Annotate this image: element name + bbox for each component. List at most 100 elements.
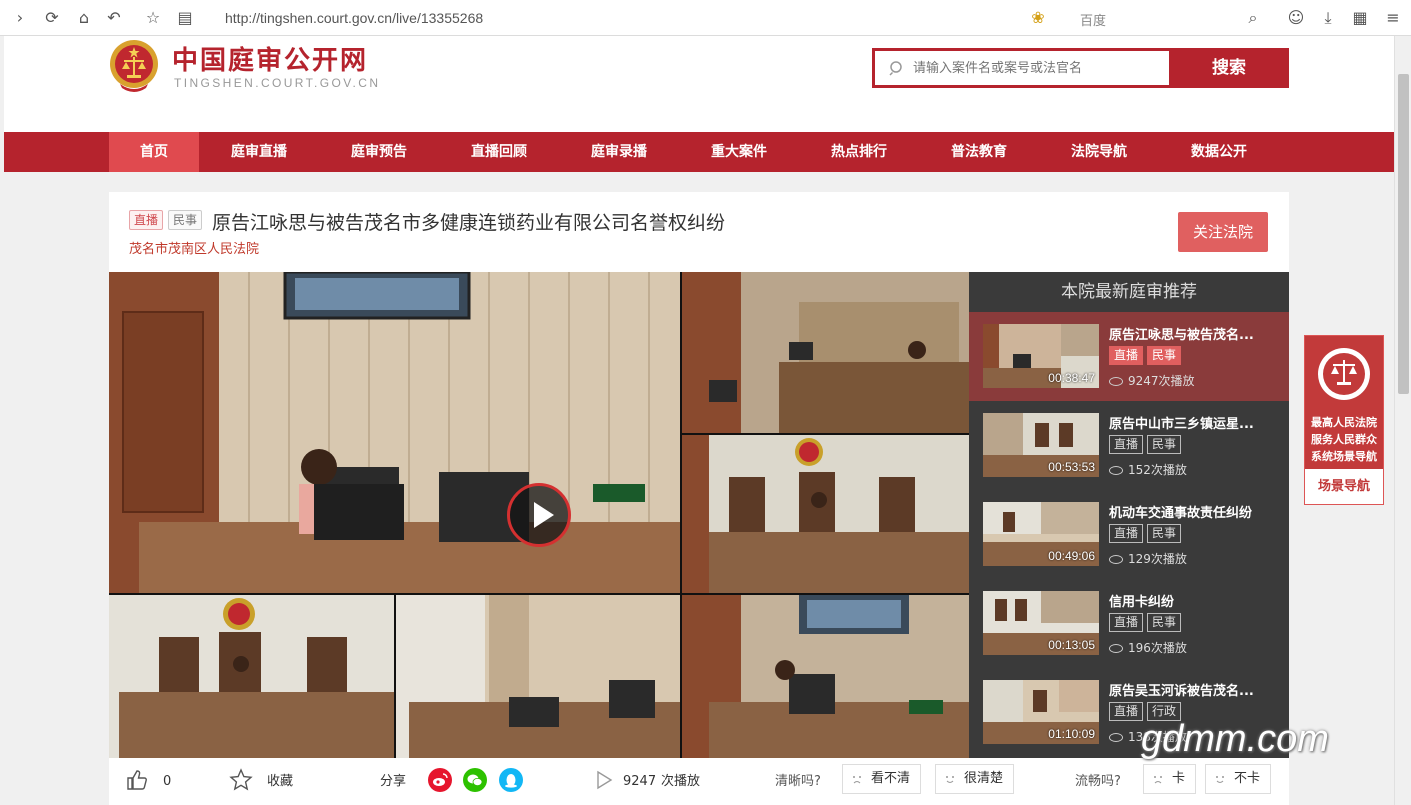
favorite-label[interactable]: 收藏 xyxy=(267,772,293,792)
page: 中国庭审公开网 TINGSHEN.COURT.GOV.CN 搜索 首页 庭审直播… xyxy=(4,36,1394,805)
lag-button[interactable]: 卡 xyxy=(1143,764,1197,794)
court-emblem-icon xyxy=(1318,348,1370,400)
weibo-icon[interactable] xyxy=(428,768,452,792)
recommendation-thumbnail[interactable]: 00:13:05 xyxy=(983,591,1099,655)
court-emblem-icon[interactable] xyxy=(108,38,160,94)
smoothness-question: 流畅吗? xyxy=(1075,774,1121,789)
recommendation-thumbnail[interactable]: 00:49:06 xyxy=(983,502,1099,566)
nav-item-legal-education[interactable]: 普法教育 xyxy=(934,132,1024,172)
reload-icon[interactable]: ⟳ xyxy=(42,8,62,28)
unclear-label: 看不清 xyxy=(871,771,911,786)
case-title: 原告江咏思与被告茂名市多健康连锁药业有限公司名誉权纠纷 xyxy=(212,212,726,234)
site-subtitle: TINGSHEN.COURT.GOV.CN xyxy=(174,76,381,90)
scrollbar[interactable] xyxy=(1394,36,1411,805)
recommendation-duration: 00:38:47 xyxy=(1048,371,1095,385)
scene-navigation-button[interactable]: 场景导航 xyxy=(1305,474,1383,500)
recommendation-name[interactable]: 原告江咏思与被告茂名... xyxy=(1109,324,1281,343)
clarity-question: 清晰吗? xyxy=(775,774,821,789)
follow-court-button[interactable]: 关注法院 xyxy=(1178,212,1268,252)
play-icon[interactable] xyxy=(507,483,571,547)
like-count: 0 xyxy=(163,774,172,789)
site-title[interactable]: 中国庭审公开网 xyxy=(172,40,368,77)
thumbs-up-icon[interactable] xyxy=(125,768,149,792)
recommendation-name[interactable]: 信用卡纠纷 xyxy=(1109,591,1281,610)
recommendation-item[interactable]: 00:53:53 原告中山市三乡镇运星... 直播 民事 152次播放 xyxy=(969,401,1289,490)
play-count-suffix: 次播放 xyxy=(661,774,701,789)
star-icon[interactable] xyxy=(229,768,253,792)
nav-item-court-navigation[interactable]: 法院导航 xyxy=(1054,132,1144,172)
search-button[interactable]: 搜索 xyxy=(1169,48,1289,88)
play-count: 9247 xyxy=(623,774,657,789)
qq-icon[interactable] xyxy=(499,768,523,792)
recommendation-name[interactable]: 原告吴玉河诉被告茂名... xyxy=(1109,680,1281,699)
recommendation-duration: 00:13:05 xyxy=(1048,638,1095,652)
play-count-icon xyxy=(597,770,613,790)
address-bar[interactable]: http://tingshen.court.gov.cn/live/133552… xyxy=(203,5,1269,31)
recommendation-views: 152次播放 xyxy=(1109,461,1187,478)
recommendation-item[interactable]: 00:38:47 原告江咏思与被告茂名... 直播 民事 9247次播放 xyxy=(969,312,1289,401)
search-engine-label[interactable]: 百度 xyxy=(1080,10,1106,29)
nav-item-recorded[interactable]: 庭审录播 xyxy=(574,132,664,172)
wechat-icon[interactable] xyxy=(463,768,487,792)
video-player[interactable] xyxy=(109,272,969,758)
recommendation-thumbnail[interactable]: 00:53:53 xyxy=(983,413,1099,477)
recommendation-name[interactable]: 机动车交通事故责任纠纷 xyxy=(1109,502,1281,521)
eye-icon xyxy=(1109,466,1123,475)
main-nav: 首页 庭审直播 庭审预告 直播回顾 庭审录播 重大案件 热点排行 普法教育 法院… xyxy=(4,132,1394,172)
recommendation-views-count: 196次播放 xyxy=(1128,641,1187,655)
nav-item-major-cases[interactable]: 重大案件 xyxy=(694,132,784,172)
apps-icon[interactable]: ▦ xyxy=(1350,8,1370,28)
badge-line: 服务人民群众 xyxy=(1311,433,1377,446)
nav-item-review[interactable]: 直播回顾 xyxy=(454,132,544,172)
recommendation-item[interactable]: 00:49:06 机动车交通事故责任纠纷 直播 民事 129次播放 xyxy=(969,490,1289,579)
clear-button[interactable]: 很清楚 xyxy=(935,764,1015,794)
share-label: 分享 xyxy=(380,774,407,789)
smile-icon xyxy=(1216,776,1224,783)
recommendation-views-count: 9247次播放 xyxy=(1128,374,1195,388)
home-icon[interactable]: ⌂ xyxy=(74,8,94,28)
court-name[interactable]: 茂名市茂南区人民法院 xyxy=(129,238,259,257)
recommendation-thumbnail[interactable]: 00:38:47 xyxy=(983,324,1099,388)
case-info-card: 直播 民事 原告江咏思与被告茂名市多健康连锁药业有限公司名誉权纠纷 茂名市茂南区… xyxy=(109,192,1289,272)
scene-navigation-badge[interactable]: 最高人民法院 服务人民群众 系统场景导航 场景导航 xyxy=(1304,335,1384,505)
site-header: 中国庭审公开网 TINGSHEN.COURT.GOV.CN 搜索 xyxy=(4,36,1394,132)
nav-item-home[interactable]: 首页 xyxy=(109,132,199,172)
nav-item-preview[interactable]: 庭审预告 xyxy=(334,132,424,172)
recommendation-name[interactable]: 原告中山市三乡镇运星... xyxy=(1109,413,1281,432)
recommendation-views: 9247次播放 xyxy=(1109,372,1195,389)
no-lag-button[interactable]: 不卡 xyxy=(1205,764,1272,794)
smile-icon xyxy=(946,776,954,783)
sad-face-icon xyxy=(853,776,861,784)
recommendation-tag: 民事 xyxy=(1147,435,1182,454)
nav-item-live[interactable]: 庭审直播 xyxy=(214,132,304,172)
download-icon[interactable]: ⤓ xyxy=(1318,8,1338,28)
menu-icon[interactable]: ≡ xyxy=(1383,8,1403,28)
browser-search-icon[interactable]: ⌕ xyxy=(1243,8,1263,28)
forward-icon[interactable]: › xyxy=(10,8,30,28)
extension-icon[interactable]: ❀ xyxy=(1028,8,1048,28)
star-icon[interactable]: ☆ xyxy=(143,8,163,28)
browser-toolbar: › ⟳ ⌂ ↶ ☆ ▤ http://tingshen.court.gov.cn… xyxy=(0,0,1411,36)
nav-item-hot-ranking[interactable]: 热点排行 xyxy=(814,132,904,172)
recommendation-tag: 民事 xyxy=(1147,346,1182,365)
watermark-text: gdmm.com xyxy=(1141,718,1329,760)
recommendation-thumbnail[interactable]: 01:10:09 xyxy=(983,680,1099,744)
scene-navigation-text: 最高人民法院 服务人民群众 系统场景导航 xyxy=(1305,414,1383,465)
badge-line: 系统场景导航 xyxy=(1311,450,1377,463)
sad-face-icon xyxy=(1154,776,1162,784)
recommendation-tag: 直播 xyxy=(1109,613,1144,632)
nav-item-open-data[interactable]: 数据公开 xyxy=(1174,132,1264,172)
recommendation-title: 本院最新庭审推荐 xyxy=(1061,282,1197,302)
unclear-button[interactable]: 看不清 xyxy=(842,764,922,794)
user-icon[interactable]: ☺ xyxy=(1286,8,1306,28)
recommendation-tag: 直播 xyxy=(1109,346,1144,365)
recommendation-item[interactable]: 00:13:05 信用卡纠纷 直播 民事 196次播放 xyxy=(969,579,1289,668)
search-input[interactable] xyxy=(875,51,1169,85)
recommendation-tag: 直播 xyxy=(1109,702,1144,721)
recommendation-tag: 直播 xyxy=(1109,524,1144,543)
scrollbar-thumb[interactable] xyxy=(1398,74,1409,394)
recommendation-tag: 民事 xyxy=(1147,613,1182,632)
undo-icon[interactable]: ↶ xyxy=(104,8,124,28)
reader-icon[interactable]: ▤ xyxy=(175,8,195,28)
badge-line: 最高人民法院 xyxy=(1311,416,1377,429)
